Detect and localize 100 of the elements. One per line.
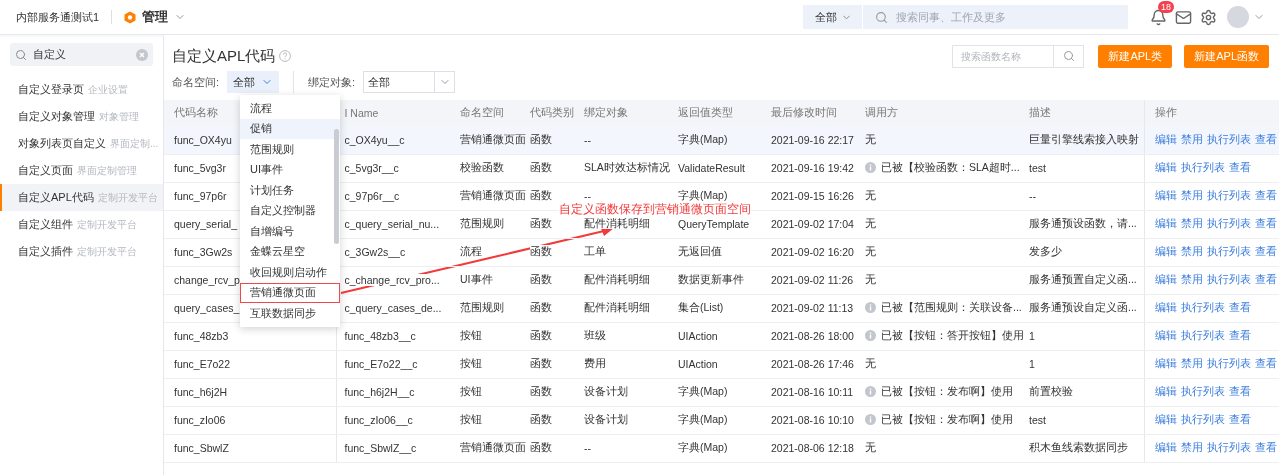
create-button[interactable]: 新建APL类 [1098, 44, 1173, 68]
caller-text: 无 [865, 189, 876, 203]
avatar[interactable] [1227, 6, 1249, 28]
action-link[interactable]: 执行列表 [1206, 441, 1251, 453]
sidebar-search-field[interactable]: 自定义 [10, 43, 153, 66]
dropdown-item[interactable]: 营销通微页面 [240, 282, 340, 303]
action-link[interactable]: 查看 [1228, 161, 1251, 173]
dropdown-item[interactable]: 促销 [240, 118, 340, 139]
action-link[interactable]: 查看 [1254, 189, 1277, 201]
action-link[interactable]: 禁用 [1180, 132, 1203, 145]
dropdown-item[interactable]: 互联数据同步 [240, 303, 340, 324]
table-cell: 2021-09-16 19:42 [771, 162, 854, 174]
action-link[interactable]: 编辑 [1154, 329, 1177, 341]
action-link[interactable]: 查看 [1254, 132, 1277, 145]
action-link[interactable]: 查看 [1254, 273, 1277, 285]
action-link[interactable]: 执行列表 [1180, 301, 1225, 313]
action-link[interactable]: 禁用 [1180, 357, 1203, 369]
help-icon[interactable] [279, 50, 292, 62]
dropdown-item[interactable]: UI事件 [240, 159, 340, 180]
action-link[interactable]: 查看 [1254, 217, 1277, 229]
sidebar-item[interactable]: 自定义登录页 企业设置 [0, 76, 163, 103]
action-link[interactable]: 执行列表 [1206, 189, 1251, 201]
action-link[interactable]: 禁用 [1180, 245, 1203, 257]
sidebar-item[interactable]: 自定义页面 界面定制管理 [0, 157, 163, 184]
item-name: 自定义登录页 [18, 82, 84, 97]
action-link[interactable]: 执行列表 [1180, 413, 1225, 425]
filter-select[interactable]: 全部 [227, 71, 280, 93]
action-link[interactable]: 编辑 [1154, 301, 1177, 313]
dropdown-item[interactable]: 金蝶云星空 [240, 241, 340, 262]
action-link[interactable]: 查看 [1228, 301, 1251, 313]
action-link[interactable]: 查看 [1228, 385, 1251, 397]
action-link[interactable]: 编辑 [1154, 413, 1177, 425]
table-cell: 营销通微页面 [460, 441, 526, 453]
table-cell: func_OX4yu [174, 133, 232, 146]
sidebar-item[interactable]: 自定义组件 定制开发平台 [0, 211, 163, 238]
action-link[interactable]: 查看 [1254, 245, 1277, 257]
mail-icon[interactable] [1175, 8, 1192, 26]
dropdown-item[interactable]: 收回规则启动作 [240, 262, 340, 283]
action-link[interactable]: 编辑 [1154, 385, 1177, 397]
company-name: 内部服务通测试1 [16, 9, 100, 25]
action-link[interactable]: 查看 [1228, 329, 1251, 341]
column-header: 返回值类型 [668, 100, 761, 126]
action-link[interactable]: 执行列表 [1206, 357, 1251, 369]
table-cell: 函数 [530, 413, 552, 425]
sidebar-item[interactable]: 自定义插件 定制开发平台 [0, 238, 163, 265]
table-cell: 2021-09-02 16:20 [771, 246, 854, 258]
table-cell: 1 [1029, 330, 1035, 342]
table-cell: test [1029, 162, 1046, 174]
action-link[interactable]: 执行列表 [1180, 329, 1225, 341]
action-link[interactable]: 禁用 [1180, 189, 1203, 201]
table-cell: 班级 [584, 329, 606, 341]
action-link[interactable]: 查看 [1228, 413, 1251, 425]
caller-text: 无 [865, 217, 876, 231]
hexagon-icon [124, 10, 137, 24]
filter-select[interactable]: 全部 [363, 71, 456, 93]
action-link[interactable]: 执行列表 [1206, 245, 1251, 257]
action-link[interactable]: 编辑 [1154, 357, 1177, 369]
settings-icon[interactable] [1200, 8, 1217, 26]
search-icon [875, 10, 888, 24]
create-button[interactable]: 新建APL函数 [1184, 44, 1269, 68]
action-link[interactable]: 执行列表 [1180, 385, 1225, 397]
function-search-field[interactable]: 搜索函数名称 [952, 44, 1055, 68]
action-link[interactable]: 执行列表 [1206, 132, 1251, 145]
bell-icon[interactable] [1150, 8, 1167, 26]
sidebar-item[interactable]: 对象列表页自定义 界面定制... [0, 130, 163, 157]
action-link[interactable]: 查看 [1254, 441, 1277, 453]
action-link[interactable]: 编辑 [1154, 161, 1177, 173]
action-link[interactable]: 编辑 [1154, 217, 1177, 229]
action-link[interactable]: 编辑 [1154, 441, 1177, 453]
scope-dropdown[interactable]: 全部 [803, 5, 863, 29]
action-link[interactable]: 查看 [1254, 357, 1277, 369]
dropdown-item[interactable]: 计划任务 [240, 180, 340, 201]
action-link[interactable]: 禁用 [1180, 441, 1203, 453]
search-icon [15, 48, 27, 61]
action-link[interactable]: 禁用 [1180, 217, 1203, 229]
action-link[interactable]: 执行列表 [1206, 273, 1251, 285]
action-link[interactable]: 编辑 [1154, 132, 1177, 145]
table-cell: 2021-08-26 17:46 [771, 358, 854, 370]
item-section: 界面定制管理 [77, 163, 137, 178]
table-cell: 流程 [460, 245, 482, 257]
action-link[interactable]: 编辑 [1154, 189, 1177, 201]
dropdown-item[interactable]: 自定义控制器 [240, 200, 340, 221]
search-input[interactable]: 搜索同事、工作及更多 [894, 10, 1128, 24]
action-link[interactable]: 执行列表 [1180, 161, 1225, 173]
action-link[interactable]: 编辑 [1154, 273, 1177, 285]
search-icon [1062, 50, 1075, 62]
scrollbar-thumb[interactable] [334, 129, 339, 244]
search-button[interactable] [1054, 44, 1085, 68]
action-link[interactable]: 编辑 [1154, 245, 1177, 257]
sidebar-item[interactable]: 自定义对象管理 对象管理 [0, 103, 163, 130]
caller-text: 无 [865, 357, 876, 371]
global-search-field[interactable]: 搜索同事、工作及更多 [863, 5, 1128, 29]
search-input[interactable]: 自定义 [31, 47, 132, 62]
app-name[interactable]: 管理 [142, 8, 169, 26]
dropdown-item[interactable]: 自增编号 [240, 221, 340, 242]
action-link[interactable]: 执行列表 [1206, 217, 1251, 229]
clear-icon[interactable] [136, 48, 148, 61]
dropdown-item[interactable]: 范围规则 [240, 139, 340, 160]
table-cell: 按钮 [460, 357, 482, 369]
action-link[interactable]: 禁用 [1180, 273, 1203, 285]
